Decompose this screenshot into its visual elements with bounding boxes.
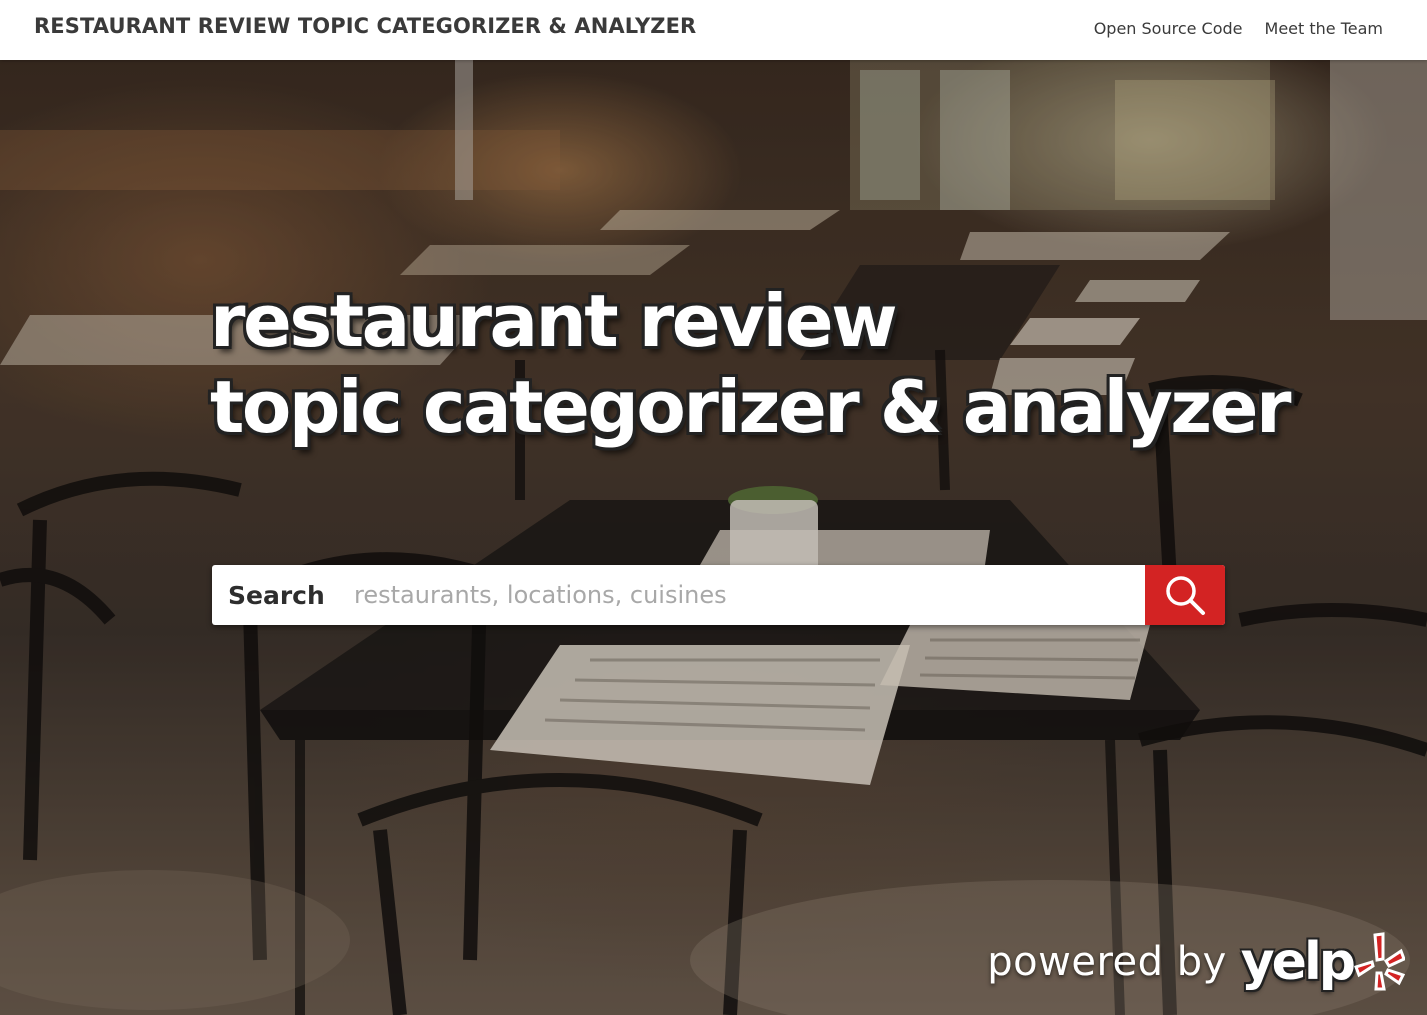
search-label: Search <box>228 580 325 610</box>
headline-line-2: topic categorizer & analyzer <box>210 365 1292 449</box>
yelp-wordmark: yelp <box>1240 932 1356 992</box>
nav-link-open-source-code[interactable]: Open Source Code <box>1094 19 1243 38</box>
yelp-burst-icon <box>1354 932 1405 991</box>
top-navbar: RESTAURANT REVIEW TOPIC CATEGORIZER & AN… <box>0 0 1427 60</box>
page: RESTAURANT REVIEW TOPIC CATEGORIZER & AN… <box>0 0 1427 1015</box>
nav-link-meet-the-team[interactable]: Meet the Team <box>1265 19 1383 38</box>
hero-headline: restaurant review topic categorizer & an… <box>210 278 1310 450</box>
powered-by-text: powered by <box>987 939 1227 985</box>
search-icon <box>1166 576 1205 615</box>
headline-line-1: restaurant review <box>210 279 898 363</box>
search-bar: Search <box>212 565 1225 625</box>
search-input[interactable] <box>338 565 1145 625</box>
hero-overlay <box>0 60 1427 1015</box>
powered-by-badge: powered by yelp <box>987 931 1405 993</box>
brand-title[interactable]: RESTAURANT REVIEW TOPIC CATEGORIZER & AN… <box>34 14 696 38</box>
search-button[interactable] <box>1145 565 1225 625</box>
hero-background-image <box>0 60 1427 1015</box>
yelp-logo: yelp <box>1241 931 1405 993</box>
nav-links: Open Source Code Meet the Team <box>1094 19 1383 38</box>
